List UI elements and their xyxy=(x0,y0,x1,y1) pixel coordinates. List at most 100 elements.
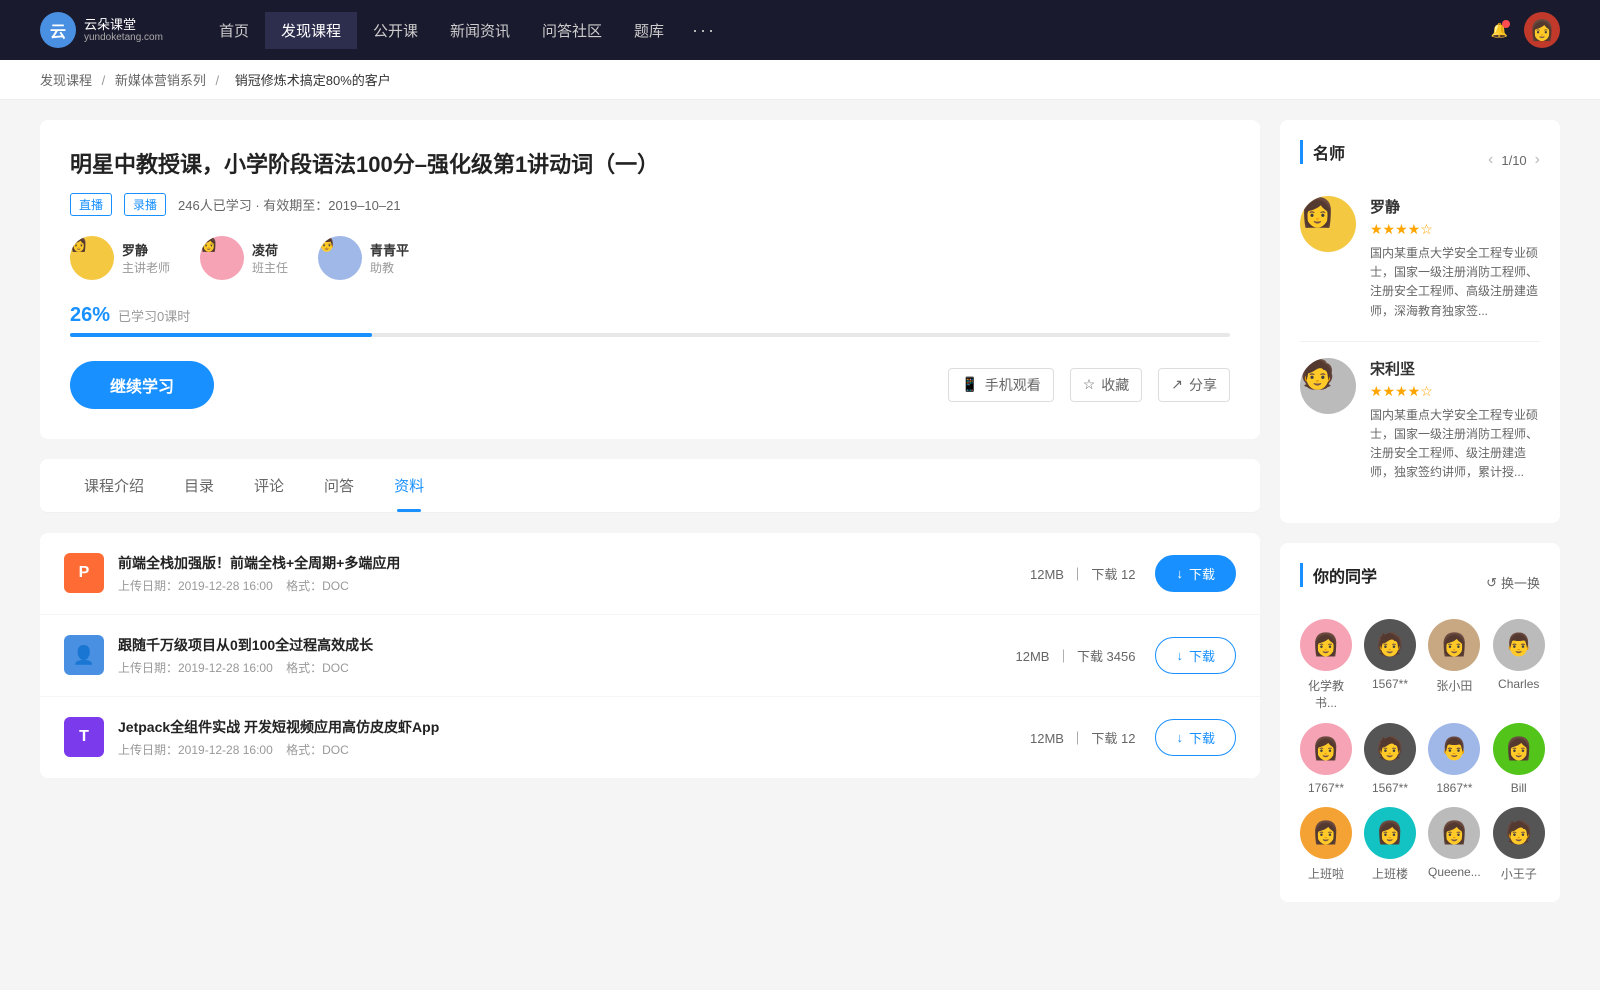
classmate-avatar-9: 👩 xyxy=(1364,807,1416,859)
action-buttons: 📱 手机观看 ☆ 收藏 ↗ 分享 xyxy=(948,368,1230,402)
teachers-page: 1/10 xyxy=(1501,153,1526,168)
continue-study-button[interactable]: 继续学习 xyxy=(70,361,214,409)
nav-open[interactable]: 公开课 xyxy=(357,12,434,49)
teachers-pagination: ‹ 1/10 › xyxy=(1488,151,1540,169)
right-panel: 名师 ‹ 1/10 › 👩 罗静 ★★★★☆ 国内某重点大学安全工程专业硕士，国… xyxy=(1280,120,1560,922)
classmate-7[interactable]: 👩 Bill xyxy=(1493,723,1545,795)
tab-intro[interactable]: 课程介绍 xyxy=(64,459,164,512)
classmate-6[interactable]: 👨 1867** xyxy=(1428,723,1481,795)
classmate-name-10: Queene... xyxy=(1428,865,1481,879)
teacher-2-emoji: 👨 xyxy=(318,236,335,252)
refresh-icon: ↺ xyxy=(1486,575,1497,591)
teachers-row: 👩 罗静 主讲老师 👩 凌荷 班主任 xyxy=(70,236,1230,280)
logo-icon: 云 xyxy=(40,12,76,48)
nav-more[interactable]: ··· xyxy=(680,12,728,49)
resource-meta-0: 上传日期：2019-12-28 16:00 格式：DOC xyxy=(118,577,1030,594)
classmate-avatar-4: 👩 xyxy=(1300,723,1352,775)
resource-stats-1: 12MB ｜ 下载 3456 xyxy=(1016,646,1136,665)
classmate-0[interactable]: 👩 化学教书... xyxy=(1300,619,1352,711)
teacher-1: 👩 凌荷 班主任 xyxy=(200,236,288,280)
mobile-icon: 📱 xyxy=(961,376,978,393)
classmate-5[interactable]: 🧑 1567** xyxy=(1364,723,1416,795)
resource-info-2: Jetpack全组件实战 开发短视频应用高仿皮皮虾App 上传日期：2019-1… xyxy=(118,717,1030,758)
teachers-prev-button[interactable]: ‹ xyxy=(1488,151,1493,169)
mobile-label: 手机观看 xyxy=(985,375,1041,395)
teachers-next-button[interactable]: › xyxy=(1535,151,1540,169)
breadcrumb-series[interactable]: 新媒体营销系列 xyxy=(115,73,206,88)
teacher-panel-emoji-0: 👩 xyxy=(1300,197,1335,228)
nav-questions[interactable]: 题库 xyxy=(618,12,680,49)
resource-format-1: 格式：DOC xyxy=(286,661,349,675)
bookmark-icon: ☆ xyxy=(1083,376,1096,393)
teacher-1-name: 凌荷 xyxy=(252,240,288,259)
logo[interactable]: 云 云朵课堂 yundoketang.com xyxy=(40,12,163,48)
user-avatar[interactable]: 👩 xyxy=(1524,12,1560,48)
resource-icon-letter-2: T xyxy=(79,728,89,746)
resource-icon-letter-1: 👤 xyxy=(73,645,95,666)
course-card: 明星中教授课，小学阶段语法100分–强化级第1讲动词（一） 直播 录播 246人… xyxy=(40,120,1260,439)
badge-live: 直播 xyxy=(70,193,112,216)
tab-qa[interactable]: 问答 xyxy=(304,459,374,512)
resource-downloads-1: 下载 3456 xyxy=(1077,649,1136,664)
logo-text: 云朵课堂 yundoketang.com xyxy=(84,17,163,44)
refresh-classmates-button[interactable]: ↺ 换一换 xyxy=(1486,573,1540,592)
download-button-0[interactable]: ↓ 下载 xyxy=(1155,555,1236,592)
classmate-name-4: 1767** xyxy=(1308,781,1344,795)
resource-name-0: 前端全栈加强版！前端全栈+全周期+多端应用 xyxy=(118,553,1030,573)
teachers-panel-title: 名师 xyxy=(1300,140,1345,164)
teachers-panel: 名师 ‹ 1/10 › 👩 罗静 ★★★★☆ 国内某重点大学安全工程专业硕士，国… xyxy=(1280,120,1560,523)
teacher-panel-desc-1: 国内某重点大学安全工程专业硕士，国家一级注册消防工程师、注册安全工程师、级注册建… xyxy=(1370,406,1540,483)
resource-downloads-2: 下载 12 xyxy=(1091,731,1135,746)
resource-info-1: 跟随千万级项目从0到100全过程高效成长 上传日期：2019-12-28 16:… xyxy=(118,635,1016,676)
download-button-2[interactable]: ↓ 下载 xyxy=(1155,719,1236,756)
teacher-panel-stars-0: ★★★★☆ xyxy=(1370,221,1540,238)
classmates-grid: 👩 化学教书... 🧑 1567** 👩 张小田 👨 Charles 👩 xyxy=(1300,619,1540,882)
tabs-bar: 课程介绍 目录 评论 问答 资料 xyxy=(40,459,1260,513)
progress-label-row: 26% 已学习0课时 xyxy=(70,304,1230,327)
tab-catalog[interactable]: 目录 xyxy=(164,459,234,512)
classmate-name-5: 1567** xyxy=(1372,781,1408,795)
nav-qa[interactable]: 问答社区 xyxy=(526,12,618,49)
classmate-name-6: 1867** xyxy=(1436,781,1472,795)
nav-news[interactable]: 新闻资讯 xyxy=(434,12,526,49)
logo-sub: yundoketang.com xyxy=(84,32,163,43)
nav-courses[interactable]: 发现课程 xyxy=(265,12,357,49)
nav-home[interactable]: 首页 xyxy=(203,12,265,49)
download-icon-0: ↓ xyxy=(1176,566,1183,581)
classmates-panel-title: 你的同学 xyxy=(1300,563,1377,587)
classmate-3[interactable]: 👨 Charles xyxy=(1493,619,1545,711)
classmate-name-9: 上班楼 xyxy=(1372,865,1408,882)
resource-stats-2: 12MB ｜ 下载 12 xyxy=(1030,728,1136,747)
teacher-0-role: 主讲老师 xyxy=(122,259,170,276)
breadcrumb: 发现课程 / 新媒体营销系列 / 销冠修炼术搞定80%的客户 xyxy=(0,60,1600,100)
tab-review[interactable]: 评论 xyxy=(234,459,304,512)
classmate-name-7: Bill xyxy=(1511,781,1527,795)
classmate-name-8: 上班啦 xyxy=(1308,865,1344,882)
share-button[interactable]: ↗ 分享 xyxy=(1158,368,1230,402)
download-icon-2: ↓ xyxy=(1176,730,1183,745)
badge-record: 录播 xyxy=(124,193,166,216)
teacher-divider xyxy=(1300,341,1540,342)
download-icon-1: ↓ xyxy=(1176,648,1183,663)
resource-info-0: 前端全栈加强版！前端全栈+全周期+多端应用 上传日期：2019-12-28 16… xyxy=(118,553,1030,594)
mobile-view-button[interactable]: 📱 手机观看 xyxy=(948,368,1053,402)
classmate-1[interactable]: 🧑 1567** xyxy=(1364,619,1416,711)
classmate-name-3: Charles xyxy=(1498,677,1539,691)
breadcrumb-current: 销冠修炼术搞定80%的客户 xyxy=(235,73,391,88)
resource-meta-2: 上传日期：2019-12-28 16:00 格式：DOC xyxy=(118,741,1030,758)
classmate-4[interactable]: 👩 1767** xyxy=(1300,723,1352,795)
progress-percent: 26% xyxy=(70,304,110,327)
classmate-10[interactable]: 👩 Queene... xyxy=(1428,807,1481,882)
classmate-8[interactable]: 👩 上班啦 xyxy=(1300,807,1352,882)
notification-bell[interactable]: 🔔 xyxy=(1491,22,1508,39)
breadcrumb-home[interactable]: 发现课程 xyxy=(40,73,92,88)
refresh-label: 换一换 xyxy=(1501,573,1540,592)
teacher-1-avatar: 👩 xyxy=(200,236,244,280)
classmate-11[interactable]: 🧑 小王子 xyxy=(1493,807,1545,882)
classmate-2[interactable]: 👩 张小田 xyxy=(1428,619,1481,711)
tab-resources[interactable]: 资料 xyxy=(374,459,444,512)
classmate-9[interactable]: 👩 上班楼 xyxy=(1364,807,1416,882)
bookmark-button[interactable]: ☆ 收藏 xyxy=(1070,368,1143,402)
download-button-1[interactable]: ↓ 下载 xyxy=(1155,637,1236,674)
notification-dot xyxy=(1502,20,1510,28)
